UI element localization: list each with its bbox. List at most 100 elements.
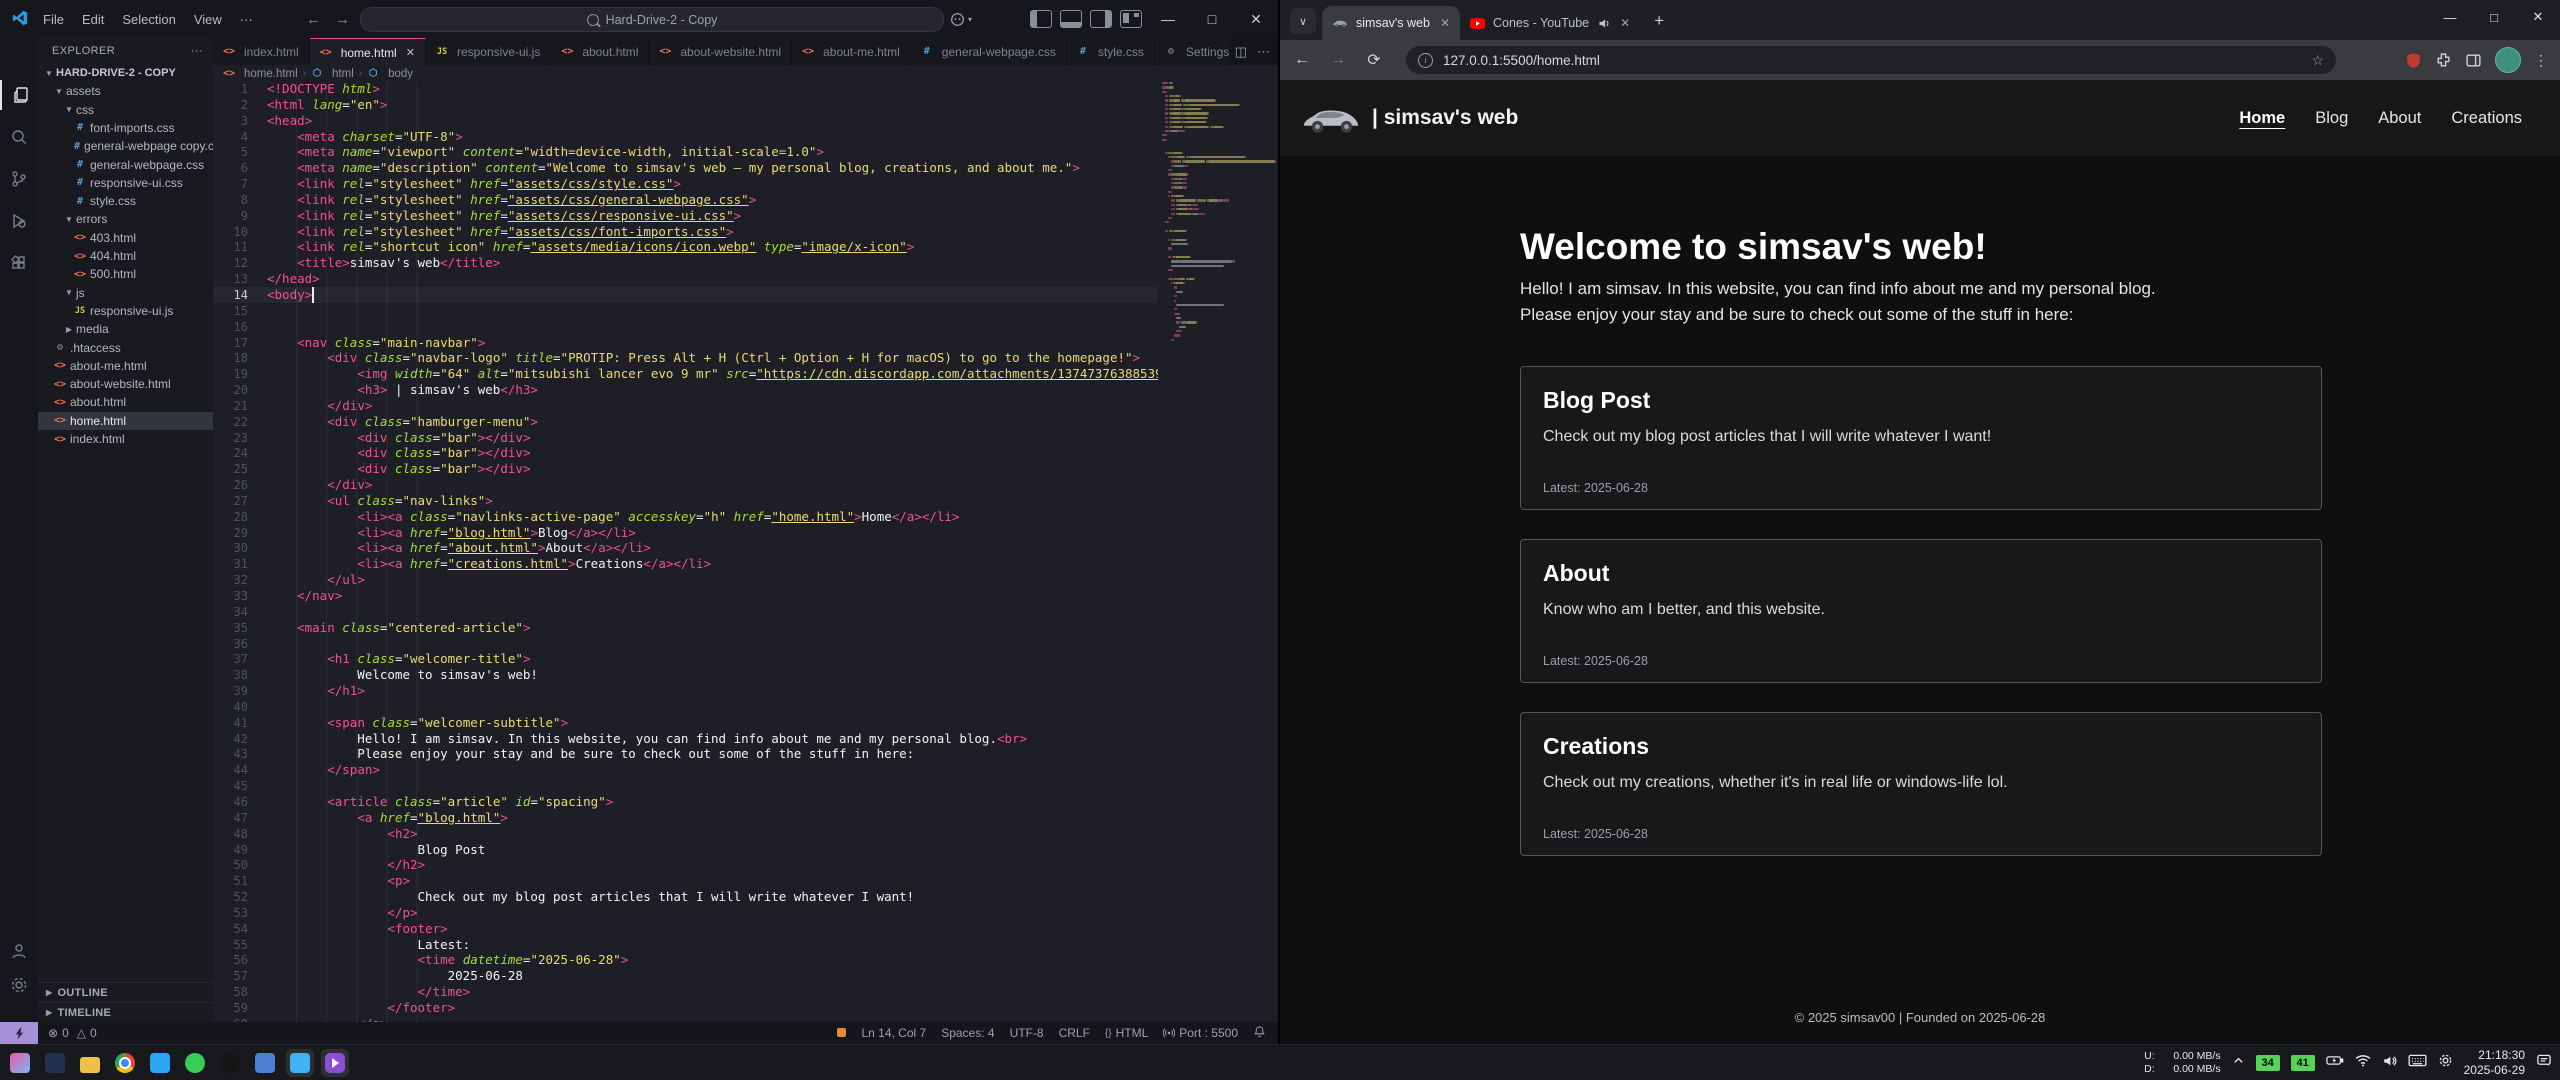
tree-item-HARD-DRIVE-2---COPY[interactable]: ▼HARD-DRIVE-2 - COPY <box>38 64 213 82</box>
run-debug-icon[interactable] <box>0 206 38 236</box>
site-brand[interactable]: | simsav's web <box>1300 100 1518 136</box>
tree-item--htaccess[interactable]: ⚙.htaccess <box>38 339 213 357</box>
notifications-bell-icon[interactable] <box>1253 1025 1266 1041</box>
settings-gear-icon[interactable] <box>0 970 38 1000</box>
monitor-badge-2[interactable]: 41 <box>2291 1055 2315 1071</box>
breadcrumb-item[interactable]: html <box>332 68 354 80</box>
vscode-minimize-button[interactable]: — <box>1146 0 1190 38</box>
tree-item-style-css[interactable]: #style.css <box>38 192 213 210</box>
copilot-button[interactable]: ▾ <box>950 9 988 29</box>
nav-link-about[interactable]: About <box>2378 109 2421 128</box>
explorer-more-actions-icon[interactable]: ··· <box>191 45 203 57</box>
taskbar-app-app-dots[interactable] <box>216 1049 244 1077</box>
tree-item-403-html[interactable]: <>403.html <box>38 229 213 247</box>
side-panel-icon[interactable] <box>2465 52 2482 69</box>
editor-tab-about-html[interactable]: <>about.html <box>551 38 649 65</box>
monitor-badge-1[interactable]: 34 <box>2256 1055 2280 1071</box>
nav-link-blog[interactable]: Blog <box>2315 109 2348 128</box>
tree-item-responsive-ui-css[interactable]: #responsive-ui.css <box>38 174 213 192</box>
browser-tab-youtube[interactable]: Cones - YouTube ✕ <box>1460 6 1640 40</box>
extension-status-icon[interactable] <box>837 1026 846 1040</box>
editor-tab-home-html[interactable]: <>home.html✕ <box>310 38 426 65</box>
editor-tab-about-website-html[interactable]: <>about-website.html <box>649 38 792 65</box>
vscode-close-button[interactable]: ✕ <box>1234 0 1278 38</box>
toggle-sidebar-icon[interactable] <box>1030 10 1052 28</box>
code-editor[interactable]: 1<!DOCTYPE html>2<html lang="en">3<head>… <box>213 82 1278 1022</box>
breadcrumb-item[interactable]: body <box>388 68 413 80</box>
explorer-icon[interactable] <box>0 80 40 110</box>
tab-search-icon[interactable]: ∨ <box>1290 8 1316 34</box>
tray-expand-chevron-icon[interactable] <box>2232 1054 2245 1072</box>
taskbar-app-vscode-insiders[interactable] <box>286 1049 314 1077</box>
menu-view[interactable]: View <box>185 12 231 27</box>
tree-item-general-webpage-copy-css[interactable]: #general-webpage copy.css <box>38 137 213 155</box>
back-icon[interactable]: ← <box>1288 46 1316 74</box>
browser-close-button[interactable]: ✕ <box>2516 0 2560 34</box>
taskbar-app-chrome[interactable] <box>111 1049 139 1077</box>
volume-icon[interactable] <box>2382 1054 2397 1073</box>
taskbar-clock[interactable]: 21:18:30 2025-06-29 <box>2464 1048 2525 1078</box>
editor-tab-index-html[interactable]: <>index.html <box>213 38 310 65</box>
extensions-puzzle-icon[interactable] <box>2435 52 2452 69</box>
menu-[interactable]: ··· <box>231 12 262 27</box>
tree-item-about-website-html[interactable]: <>about-website.html <box>38 375 213 393</box>
sidebar-section-timeline[interactable]: ▶TIMELINE <box>38 1002 213 1022</box>
vscode-maximize-button[interactable]: □ <box>1190 0 1234 38</box>
card-creations[interactable]: CreationsCheck out my creations, whether… <box>1520 712 2322 856</box>
nav-link-home[interactable]: Home <box>2239 109 2285 128</box>
tree-item-index-html[interactable]: <>index.html <box>38 430 213 448</box>
status-spaces--4[interactable]: Spaces: 4 <box>941 1026 994 1040</box>
taskbar-app-app-colorful[interactable] <box>6 1049 34 1077</box>
tree-item-about-me-html[interactable]: <>about-me.html <box>38 357 213 375</box>
tree-item-errors[interactable]: ▼errors <box>38 210 213 228</box>
browser-minimize-button[interactable]: — <box>2428 0 2472 34</box>
site-info-icon[interactable]: i <box>1418 53 1433 68</box>
source-control-icon[interactable] <box>0 164 38 194</box>
new-tab-button[interactable]: + <box>1646 8 1672 34</box>
tree-item-responsive-ui-js[interactable]: JSresponsive-ui.js <box>38 302 213 320</box>
card-blog-post[interactable]: Blog PostCheck out my blog post articles… <box>1520 366 2322 510</box>
problems-indicator[interactable]: ⊗0 △0 <box>48 1026 97 1040</box>
status-port---5500[interactable]: Port : 5500 <box>1163 1026 1238 1041</box>
nav-link-creations[interactable]: Creations <box>2451 109 2522 128</box>
ublock-extension-icon[interactable] <box>2405 52 2422 69</box>
customize-layout-icon[interactable] <box>1120 10 1142 28</box>
wifi-icon[interactable] <box>2355 1054 2371 1072</box>
card-about[interactable]: AboutKnow who am I better, and this webs… <box>1520 539 2322 683</box>
taskbar-app-media-player[interactable] <box>321 1049 349 1077</box>
tab-audio-icon[interactable] <box>1597 17 1610 30</box>
tab-close-icon[interactable]: ✕ <box>406 46 415 59</box>
tree-item-404-html[interactable]: <>404.html <box>38 247 213 265</box>
touch-keyboard-icon[interactable] <box>2408 1054 2427 1072</box>
editor-tab-about-me-html[interactable]: <>about-me.html <box>792 38 911 65</box>
status-crlf[interactable]: CRLF <box>1059 1026 1090 1040</box>
extensions-icon[interactable] <box>0 248 38 278</box>
tab-close-icon[interactable]: ✕ <box>1620 16 1630 30</box>
command-center-search[interactable]: Hard-Drive-2 - Copy <box>360 7 944 32</box>
tree-item-500-html[interactable]: <>500.html <box>38 265 213 283</box>
menu-selection[interactable]: Selection <box>113 12 184 27</box>
sidebar-section-outline[interactable]: ▶OUTLINE <box>38 982 213 1002</box>
taskbar-app-app-blue[interactable] <box>251 1049 279 1077</box>
tree-item-css[interactable]: ▼css <box>38 101 213 119</box>
status-utf-8[interactable]: UTF-8 <box>1010 1026 1044 1040</box>
editor-tab-style-css[interactable]: #style.css <box>1067 38 1155 65</box>
editor-tab-responsive-ui-js[interactable]: JSresponsive-ui.js <box>426 38 551 65</box>
status-ln-14--col-7[interactable]: Ln 14, Col 7 <box>861 1026 926 1040</box>
browser-maximize-button[interactable]: □ <box>2472 0 2516 34</box>
reload-icon[interactable]: ⟳ <box>1360 46 1388 74</box>
bookmark-star-icon[interactable]: ☆ <box>2311 52 2324 69</box>
tree-item-font-imports-css[interactable]: #font-imports.css <box>38 119 213 137</box>
tree-item-js[interactable]: ▼js <box>38 284 213 302</box>
forward-icon[interactable]: → <box>1324 46 1352 74</box>
toggle-secondary-sidebar-icon[interactable] <box>1090 10 1112 28</box>
tab-close-icon[interactable]: ✕ <box>1440 16 1450 30</box>
taskbar-app-vscode[interactable] <box>146 1049 174 1077</box>
tree-item-home-html[interactable]: <>home.html <box>38 412 213 430</box>
browser-menu-kebab-icon[interactable]: ⋮ <box>2534 52 2548 69</box>
tree-item-about-html[interactable]: <>about.html <box>38 393 213 411</box>
tray-settings-gear-icon[interactable] <box>2438 1053 2453 1073</box>
address-bar[interactable]: i 127.0.0.1:5500/home.html ☆ <box>1406 46 2336 74</box>
menu-file[interactable]: File <box>34 12 73 27</box>
menu-edit[interactable]: Edit <box>73 12 113 27</box>
